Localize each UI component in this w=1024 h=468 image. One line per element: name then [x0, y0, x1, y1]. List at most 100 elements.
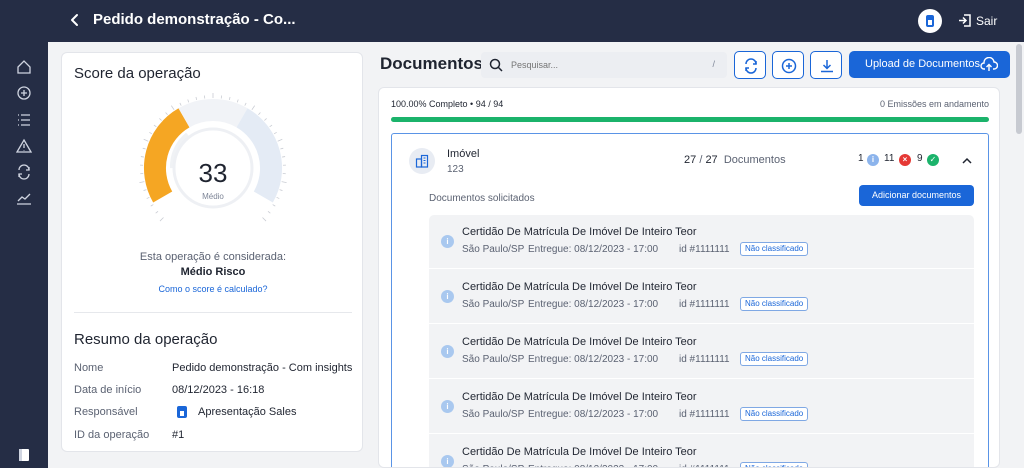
- upload-label: Upload de Documentos: [865, 58, 980, 70]
- scrollbar-thumb[interactable]: [1016, 44, 1022, 134]
- summary-value-id: #1: [172, 429, 185, 441]
- document-date: Entregue: 08/12/2023 - 17:00: [528, 409, 659, 420]
- document-row[interactable]: i Certidão De Matrícula De Imóvel De Inte…: [429, 215, 974, 269]
- gauge-tick: [262, 217, 267, 222]
- group-icon: [409, 148, 435, 174]
- scrollbar[interactable]: [1014, 42, 1024, 468]
- gauge-tick: [143, 138, 149, 142]
- score-title: Score da operação: [74, 65, 201, 82]
- upload-cloud-icon: [980, 57, 998, 71]
- document-row[interactable]: i Certidão De Matrícula De Imóvel De Inte…: [429, 435, 974, 467]
- gauge-tick: [155, 211, 159, 214]
- score-value: 33: [198, 158, 228, 188]
- book-icon[interactable]: [16, 447, 32, 463]
- status-badge: Não classificado: [740, 462, 809, 467]
- info-icon: i: [441, 400, 454, 413]
- refresh-button[interactable]: [734, 51, 766, 79]
- gauge-tick: [165, 112, 168, 116]
- chevron-up-icon[interactable]: [961, 155, 973, 167]
- gauge-tick: [272, 204, 276, 207]
- document-id: id #1111111: [679, 409, 730, 420]
- download-button[interactable]: [810, 51, 842, 79]
- home-icon[interactable]: [16, 59, 32, 75]
- gauge-tick: [269, 124, 273, 128]
- error-icon: ×: [899, 154, 911, 166]
- add-documents-button[interactable]: Adicionar documentos: [859, 185, 974, 206]
- logout-button[interactable]: Sair: [958, 12, 998, 30]
- gauge-tick: [279, 189, 283, 191]
- gauge-tick: [273, 131, 277, 135]
- list-icon[interactable]: [16, 112, 32, 128]
- search-shortcut: /: [712, 59, 715, 69]
- stat-info-count: 1: [858, 153, 864, 164]
- document-date: Entregue: 08/12/2023 - 17:00: [528, 244, 659, 255]
- document-location: São Paulo/SP: [462, 354, 525, 365]
- divider: [74, 312, 352, 313]
- document-id: id #1111111: [679, 299, 730, 310]
- gauge-tick: [159, 118, 162, 121]
- check-icon: ✓: [927, 154, 939, 166]
- document-row[interactable]: i Certidão De Matrícula De Imóvel De Inte…: [429, 380, 974, 434]
- document-id: id #1111111: [679, 244, 730, 255]
- document-name: Certidão De Matrícula De Imóvel De Intei…: [462, 281, 697, 293]
- sidebar: [0, 42, 48, 468]
- summary-value-name: Pedido demonstração - Com insights: [172, 362, 353, 374]
- building-icon: [415, 154, 429, 168]
- avatar[interactable]: [918, 9, 942, 33]
- back-icon[interactable]: [66, 11, 84, 29]
- documents-list: i Certidão De Matrícula De Imóvel De Inte…: [429, 215, 974, 467]
- document-location: São Paulo/SP: [462, 299, 525, 310]
- plus-circle-icon[interactable]: [16, 85, 32, 101]
- document-name: Certidão De Matrícula De Imóvel De Intei…: [462, 226, 697, 238]
- document-name: Certidão De Matrícula De Imóvel De Intei…: [462, 446, 697, 458]
- refresh-icon[interactable]: [16, 164, 32, 180]
- score-level: Médio: [202, 192, 224, 201]
- gauge-tick: [251, 105, 256, 111]
- document-date: Entregue: 08/12/2023 - 17:00: [528, 354, 659, 365]
- add-button[interactable]: [772, 51, 804, 79]
- stat-ok-count: 9: [917, 153, 923, 164]
- summary-label-id: ID da operação: [74, 429, 150, 441]
- gauge-tick: [149, 131, 153, 135]
- gauge-tick: [280, 147, 284, 150]
- operation-card: Score da operação 33 Médio Esta operação…: [61, 52, 363, 452]
- document-row[interactable]: i Certidão De Matrícula De Imóvel De Inte…: [429, 325, 974, 379]
- gauge-tick: [170, 105, 175, 111]
- brand-logo-icon: [926, 15, 934, 27]
- count-done: 27: [684, 154, 697, 166]
- gauge-tick: [244, 102, 247, 106]
- summary-value-responsible: Apresentação Sales: [198, 406, 297, 418]
- gauge-tick: [236, 99, 239, 103]
- gauge-tick: [228, 96, 231, 101]
- requested-label: Documentos solicitados: [429, 193, 535, 204]
- info-icon: i: [441, 235, 454, 248]
- add-documents-label: Adicionar documentos: [871, 190, 962, 200]
- gauge-tick: [277, 138, 283, 142]
- info-icon: i: [867, 154, 879, 166]
- progress-bar: [391, 117, 989, 122]
- info-icon: i: [441, 345, 454, 358]
- summary-label-name: Nome: [74, 362, 104, 374]
- chart-icon[interactable]: [16, 190, 32, 206]
- count-total: 27: [705, 154, 718, 166]
- upload-documents-button[interactable]: Upload de Documentos: [849, 51, 1010, 78]
- gauge-tick: [153, 124, 157, 128]
- document-group: Imóvel 123 27 / 27 Documentos 1 i 11 × 9…: [391, 133, 989, 467]
- info-icon: i: [441, 455, 454, 467]
- document-location: São Paulo/SP: [462, 244, 525, 255]
- score-how-link[interactable]: Como o score é calculado?: [62, 284, 364, 294]
- responsible-logo-icon: [177, 406, 187, 418]
- progress-text: 100.00% Completo • 94 / 94: [391, 99, 504, 109]
- group-name: Imóvel: [447, 148, 480, 160]
- download-icon: [821, 60, 833, 73]
- logout-icon: [959, 14, 971, 27]
- document-name: Certidão De Matrícula De Imóvel De Intei…: [462, 336, 697, 348]
- gauge-tick: [195, 96, 198, 101]
- risk-label: Médio Risco: [180, 266, 246, 278]
- warning-icon[interactable]: [16, 138, 32, 154]
- summary-label-start-date: Data de início: [74, 384, 142, 396]
- document-row[interactable]: i Certidão De Matrícula De Imóvel De Inte…: [429, 270, 974, 324]
- search-input[interactable]: [511, 52, 701, 78]
- search-box[interactable]: /: [481, 52, 727, 78]
- logout-label: Sair: [976, 14, 998, 28]
